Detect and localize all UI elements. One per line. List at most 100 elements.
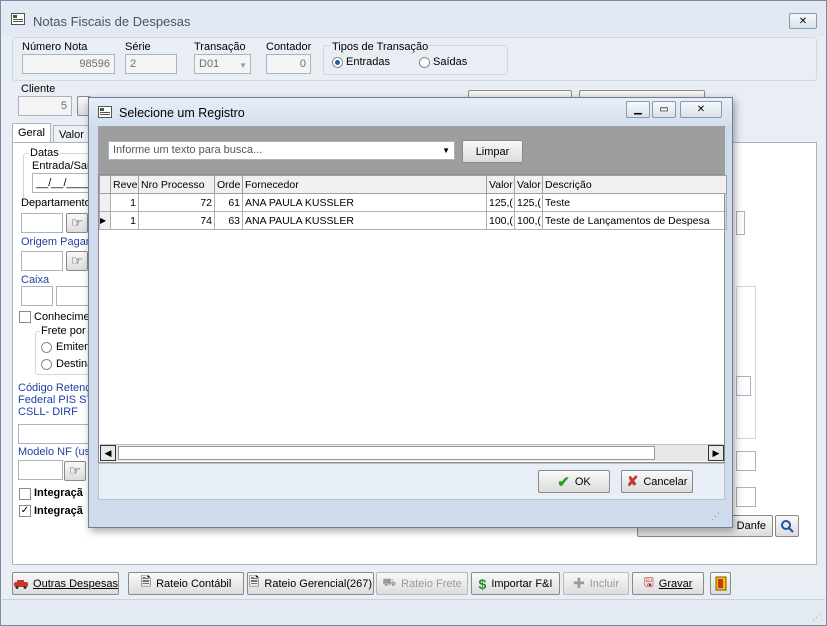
window-title: Notas Fiscais de Despesas: [33, 14, 191, 29]
codigo-retencao-field[interactable]: [18, 424, 89, 444]
gravar-button[interactable]: 🖫 Gravar: [632, 572, 704, 595]
car-icon: [14, 579, 28, 589]
incluir-label: Incluir: [589, 577, 620, 590]
column-header[interactable]: Orde: [214, 175, 243, 194]
rateio-gerencial-label: Rateio Gerencial(267): [264, 577, 373, 590]
document-icon: 🗎: [140, 573, 152, 589]
right-field-1[interactable]: [736, 211, 745, 235]
caixa-name-field[interactable]: [56, 286, 89, 306]
scroll-right-icon[interactable]: ▶: [708, 445, 724, 461]
entrada-saida-date-field[interactable]: __/__/____: [32, 173, 91, 193]
integracao2-label: Integraçã: [34, 505, 83, 517]
select-record-dialog: Selecione um Registro ▁ ▭ ✕ Informe um t…: [88, 97, 733, 528]
plus-icon: ✚: [572, 575, 585, 591]
current-row-arrow-icon: ▶: [99, 211, 111, 230]
dialog-title: Selecione um Registro: [119, 106, 245, 120]
right-field-4[interactable]: [736, 487, 756, 507]
serie-field[interactable]: 2: [125, 54, 177, 74]
destinatario-radio[interactable]: [41, 359, 52, 370]
magnifier-icon: [781, 520, 794, 533]
emitente-radio[interactable]: [41, 342, 52, 353]
gravar-label: Gravar: [658, 577, 693, 590]
table-cell: 100,(: [514, 211, 543, 230]
tab-geral[interactable]: Geral: [12, 123, 51, 143]
cliente-field[interactable]: 5: [18, 96, 72, 116]
table-header-row: Reve Nro Processo Orde Fornecedor Valor …: [99, 175, 727, 194]
cancel-button[interactable]: ✘ Cancelar: [621, 470, 693, 493]
saidas-radio[interactable]: [419, 57, 430, 68]
modelo-nf-lookup-button[interactable]: ☞: [64, 461, 86, 481]
column-header[interactable]: Reve: [110, 175, 139, 194]
cliente-label: Cliente: [21, 83, 56, 95]
row-indicator: [99, 193, 111, 212]
saidas-label: Saídas: [433, 56, 468, 68]
right-field-2[interactable]: [736, 376, 751, 396]
records-grid: Reve Nro Processo Orde Fornecedor Valor …: [98, 174, 727, 463]
outras-despesas-button[interactable]: Outras Despesas: [12, 572, 119, 595]
incluir-button[interactable]: ✚ Incluir: [563, 572, 629, 595]
scrollbar-thumb[interactable]: [118, 446, 655, 460]
transacao-value: D01: [199, 58, 220, 70]
origem-pagamento-lookup-button[interactable]: ☞: [66, 251, 88, 271]
integracao1-label: Integraçã: [34, 487, 83, 499]
importar-button[interactable]: $ Importar F&I: [471, 572, 560, 595]
search-button[interactable]: [775, 515, 799, 537]
numero-nota-field[interactable]: 98596: [22, 54, 115, 74]
modelo-nf-field[interactable]: [18, 460, 63, 480]
origem-pagamento-label: Origem Pagam: [21, 236, 95, 248]
entradas-radio[interactable]: [332, 57, 343, 68]
right-field-3[interactable]: [736, 451, 756, 471]
search-placeholder: Informe um texto para busca...: [113, 144, 263, 156]
contador-field[interactable]: 0: [266, 54, 311, 74]
exit-door-icon: [715, 576, 726, 591]
table-cell: 100,(: [486, 211, 515, 230]
ok-button[interactable]: ✔ OK: [538, 470, 610, 493]
resize-grip-icon: ⋰: [711, 511, 720, 521]
contador-label: Contador: [266, 41, 312, 53]
horizontal-scrollbar[interactable]: ◀ ▶: [100, 444, 724, 461]
column-header[interactable]: Fornecedor: [242, 175, 487, 194]
rateio-contabil-button[interactable]: 🗎 Rateio Contábil: [128, 572, 244, 595]
csll-dirf-label: CSLL- DIRF: [18, 406, 78, 418]
transacao-select[interactable]: D01 ▼: [194, 54, 251, 74]
column-header[interactable]: Valor: [486, 175, 515, 194]
table-cell: 125,(: [486, 193, 515, 212]
column-header[interactable]: Valor: [514, 175, 543, 194]
dollar-icon: $: [478, 575, 487, 592]
scroll-left-icon[interactable]: ◀: [100, 445, 116, 461]
dialog-close-button[interactable]: ✕: [680, 101, 722, 118]
table-row[interactable]: ▶ 1 74 63 ANA PAULA KUSSLER 100,( 100,( …: [99, 211, 727, 230]
pointing-hand-icon: ☞: [71, 215, 83, 230]
origem-pagamento-field[interactable]: [21, 251, 63, 271]
search-combobox[interactable]: Informe um texto para busca... ▼: [108, 141, 455, 160]
integracao1-checkbox[interactable]: [19, 488, 31, 500]
records-table: Reve Nro Processo Orde Fornecedor Valor …: [99, 175, 727, 230]
limpar-button[interactable]: Limpar: [462, 140, 523, 163]
right-panel: [736, 286, 756, 439]
tab-valor[interactable]: Valor: [53, 125, 90, 143]
rateio-gerencial-button[interactable]: 🗎 Rateio Gerencial(267): [247, 572, 374, 595]
table-cell: 72: [138, 193, 215, 212]
table-row[interactable]: 1 72 61 ANA PAULA KUSSLER 125,( 125,( Te…: [99, 193, 727, 212]
table-cell: 61: [214, 193, 243, 212]
table-cell: ANA PAULA KUSSLER: [242, 193, 487, 212]
close-window-button[interactable]: ✕: [789, 13, 817, 29]
rateio-contabil-label: Rateio Contábil: [156, 577, 232, 590]
column-header[interactable]: Nro Processo: [138, 175, 215, 194]
departamento-lookup-button[interactable]: ☞: [66, 213, 88, 233]
serie-label: Série: [125, 41, 151, 53]
codigo-retencao-label: Código Retenç: [18, 382, 91, 394]
minimize-icon: ▁: [634, 104, 642, 115]
exit-button[interactable]: [710, 572, 731, 595]
rateio-frete-button[interactable]: ⛟ Rateio Frete: [376, 572, 468, 595]
maximize-button[interactable]: ▭: [652, 101, 676, 118]
transacao-label: Transação: [194, 41, 246, 53]
column-header[interactable]: Descrição: [542, 175, 727, 194]
caixa-code-field[interactable]: [21, 286, 53, 306]
table-cell: 1: [110, 193, 139, 212]
departamento-field[interactable]: [21, 213, 63, 233]
minimize-button[interactable]: ▁: [626, 101, 650, 118]
row-indicator-header: [99, 175, 111, 194]
integracao2-checkbox[interactable]: ✓: [19, 505, 31, 517]
conhecimento-checkbox[interactable]: [19, 311, 31, 323]
